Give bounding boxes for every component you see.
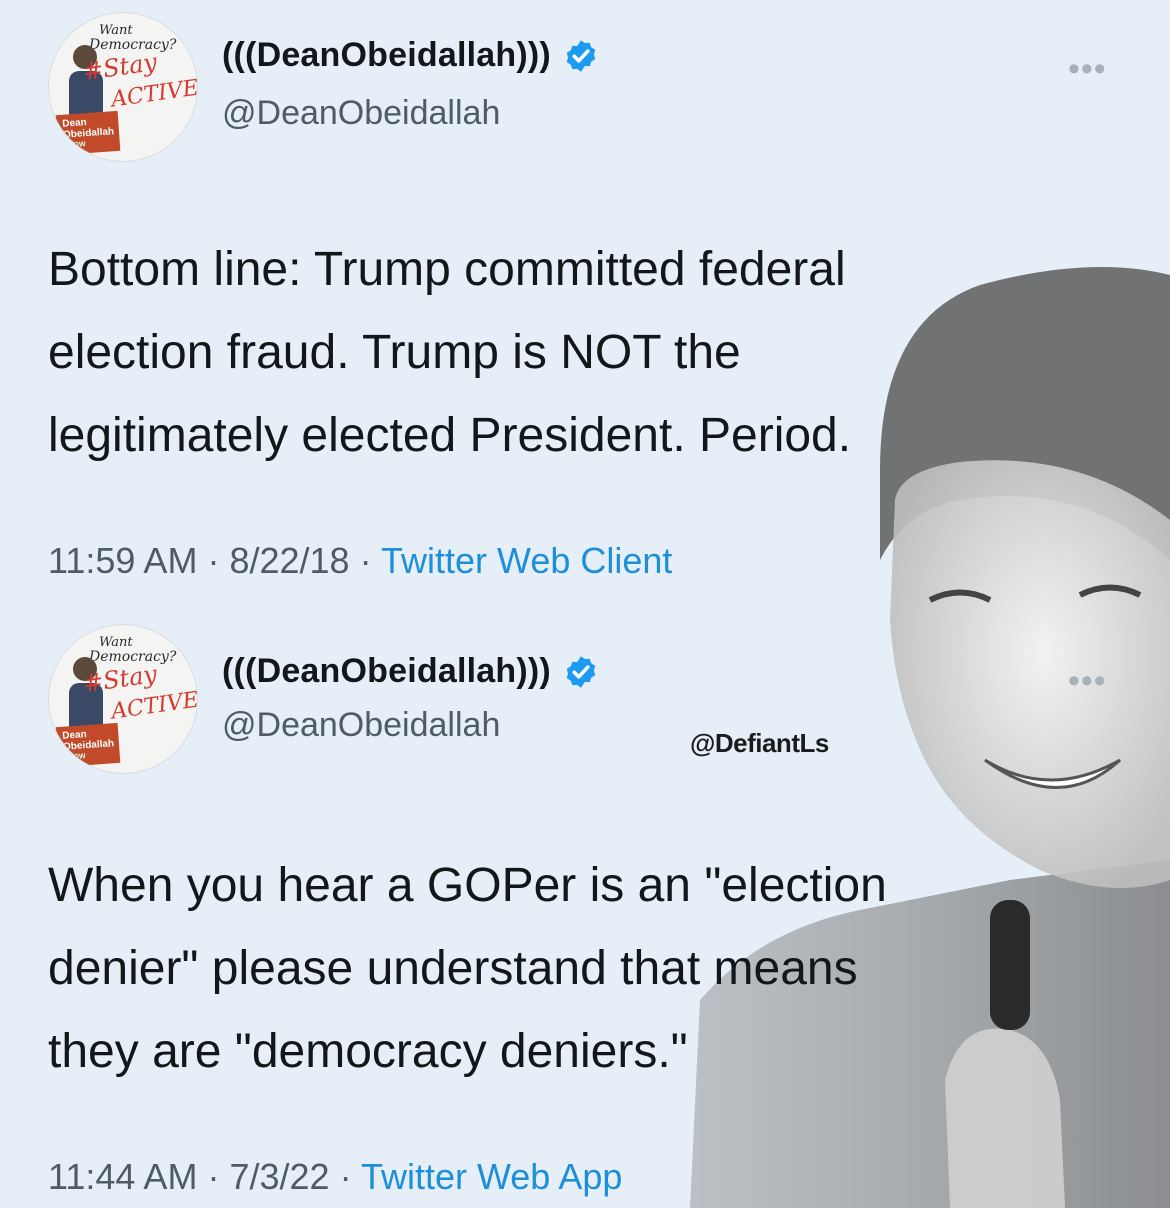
meta-separator: · [359, 540, 372, 581]
more-options-icon[interactable]: ••• [1068, 662, 1107, 701]
watermark: @DefiantLs [690, 728, 829, 758]
avatar[interactable]: Want Democracy? #Stay ACTIVE! Dean Obeid… [48, 624, 198, 774]
tweet-date[interactable]: 7/3/22 [229, 1156, 329, 1197]
avatar-text-want: Want [99, 635, 133, 650]
meta-separator: · [207, 540, 220, 581]
meta-separator: · [339, 1156, 352, 1197]
tweet-text-line: legitimately elected President. Period. [48, 409, 852, 462]
tweet-text-line: When you hear a GOPer is an "election [48, 859, 887, 912]
avatar[interactable]: Want Democracy? #Stay ACTIVE! Dean Obeid… [48, 12, 198, 162]
handle[interactable]: @DeanObeidallah [222, 94, 500, 133]
tweet-meta: 11:44 AM · 7/3/22 · Twitter Web App [48, 1156, 622, 1198]
display-name[interactable]: (((DeanObeidallah))) [222, 652, 551, 691]
mouth [984, 758, 1122, 789]
display-name[interactable]: (((DeanObeidallah))) [222, 36, 551, 75]
tweet-time[interactable]: 11:59 AM [48, 540, 197, 581]
tweet-text-line: denier" please understand that means [48, 942, 858, 995]
meta-separator: · [207, 1156, 220, 1197]
eye-left [928, 589, 992, 603]
avatar-show-logo: Dean Obeidallah SHOW [55, 722, 121, 768]
avatar-show-name: Dean Obeidallah [61, 117, 115, 141]
tweet-meta: 11:59 AM · 8/22/18 · Twitter Web Client [48, 540, 672, 582]
avatar-show-name: Dean Obeidallah [61, 729, 115, 753]
tweet-source-link[interactable]: Twitter Web Client [381, 540, 672, 581]
tweet-text-line: Bottom line: Trump committed federal [48, 243, 846, 296]
tweet-text-line: they are "democracy deniers." [48, 1025, 688, 1078]
eye-right [1078, 584, 1142, 598]
avatar-show-tag: SHOW [63, 753, 86, 762]
author-name-row[interactable]: (((DeanObeidallah))) [222, 36, 599, 75]
face-shape [890, 460, 1170, 888]
tweet-date[interactable]: 8/22/18 [229, 540, 349, 581]
tweet-text-line: election fraud. Trump is NOT the [48, 326, 741, 379]
tweet-time[interactable]: 11:44 AM [48, 1156, 197, 1197]
tweet-text: Bottom line: Trump committed federal ele… [48, 228, 1128, 477]
tweet-source-link[interactable]: Twitter Web App [361, 1156, 622, 1197]
avatar-show-tag: SHOW [63, 141, 86, 150]
avatar-show-logo: Dean Obeidallah SHOW [55, 110, 121, 156]
verified-badge-icon [566, 655, 596, 688]
more-options-icon[interactable]: ••• [1068, 50, 1107, 89]
avatar-text-want: Want [99, 23, 133, 38]
verified-badge-icon [566, 39, 596, 72]
tweet-text: When you hear a GOPer is an "election de… [48, 844, 1128, 1093]
author-name-row[interactable]: (((DeanObeidallah))) [222, 652, 599, 691]
handle[interactable]: @DeanObeidallah [222, 706, 500, 745]
